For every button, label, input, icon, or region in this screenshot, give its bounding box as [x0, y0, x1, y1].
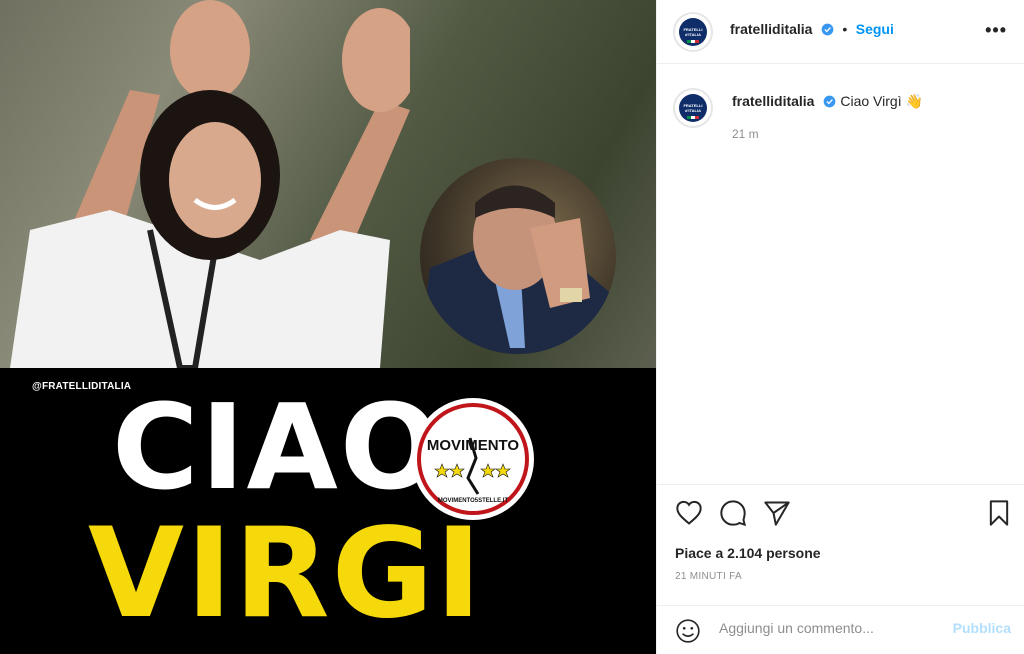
comment-bar: Pubblica	[657, 605, 1024, 654]
m5s-logo: MOVIMENTO MOVIMENTO5STELLE.IT	[412, 398, 534, 520]
smiley-face-icon[interactable]	[675, 618, 701, 644]
paper-plane-icon[interactable]	[763, 499, 791, 527]
headline-line1: CIAO	[112, 378, 443, 516]
post-side-panel: FRATELLI d'ITALIA fratelliditalia • Segui…	[656, 0, 1024, 654]
more-options-icon[interactable]: •••	[985, 20, 1007, 41]
likes-count[interactable]: Piace a 2.104 persone	[675, 545, 821, 561]
header-user-line: fratelliditalia • Segui	[730, 21, 894, 39]
follow-button[interactable]: Segui	[856, 21, 894, 37]
post-header: FRATELLI d'ITALIA fratelliditalia • Segui…	[657, 0, 1024, 64]
header-username[interactable]: fratelliditalia	[730, 21, 812, 37]
logo-subtext: MOVIMENTO5STELLE.IT	[438, 498, 509, 504]
caption-avatar-icon[interactable]: FRATELLI d'ITALIA	[673, 88, 713, 128]
fratelli-ditalia-logo-icon[interactable]: FRATELLI d'ITALIA	[673, 12, 713, 52]
inset-photo-man	[420, 158, 616, 354]
caption: fratelliditalia Ciao Virgì 👋	[732, 93, 923, 111]
verified-badge-icon	[823, 95, 836, 108]
caption-time[interactable]: 21 m	[732, 127, 759, 141]
heart-outline-icon[interactable]	[675, 499, 703, 527]
posted-ago[interactable]: 21 MINUTI FA	[675, 571, 742, 582]
bookmark-outline-icon[interactable]	[985, 499, 1013, 527]
photo-background	[0, 0, 656, 368]
comment-bubble-icon[interactable]	[719, 499, 747, 527]
caption-text: Ciao Virgì 👋	[840, 93, 923, 109]
headline-line2: VIRGÌ	[88, 502, 484, 646]
comment-input[interactable]	[719, 620, 939, 636]
separator-dot: •	[842, 21, 848, 37]
caption-username[interactable]: fratelliditalia	[732, 93, 814, 109]
woman-photo	[10, 0, 410, 368]
publish-button[interactable]: Pubblica	[953, 620, 1011, 636]
post-image[interactable]: @FRATELLIDITALIA CIAO VIRGÌ MOVIMENTO MO…	[0, 0, 656, 654]
verified-badge-icon	[821, 23, 834, 36]
